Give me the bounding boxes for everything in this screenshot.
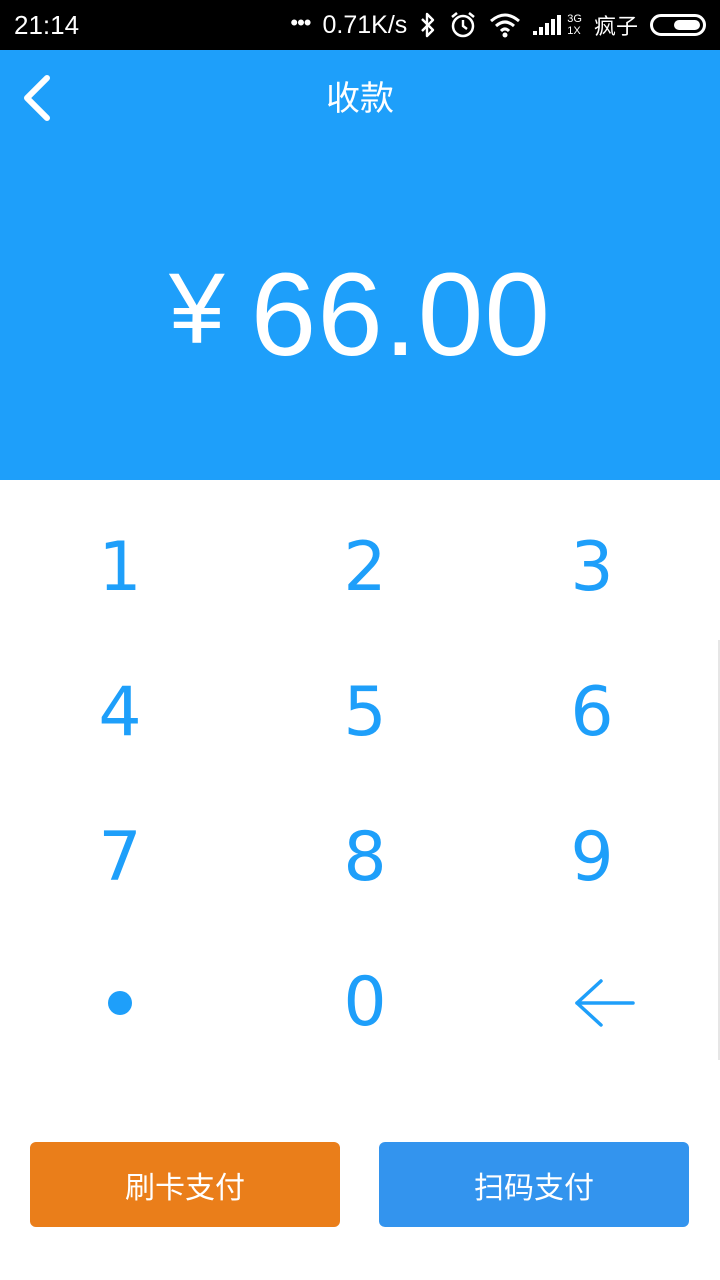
- network-type: 3G 1X: [567, 13, 582, 37]
- key-decimal[interactable]: [0, 930, 240, 1075]
- battery-icon: [650, 14, 706, 36]
- dot-icon: [108, 990, 132, 1015]
- notification-dots: •••: [290, 10, 311, 35]
- key-4[interactable]: 4: [0, 640, 240, 785]
- scan-pay-button[interactable]: 扫码支付: [379, 1142, 689, 1227]
- key-6[interactable]: 6: [472, 640, 712, 785]
- amount-value: 66.00: [250, 249, 551, 381]
- network-type-bottom: 1X: [567, 25, 581, 37]
- key-2[interactable]: 2: [245, 495, 485, 640]
- status-indicators: ••• 0.71K/s 3G 1X 疯子: [290, 9, 706, 41]
- key-9[interactable]: 9: [472, 785, 712, 930]
- key-7[interactable]: 7: [0, 785, 240, 930]
- key-0[interactable]: 0: [245, 930, 485, 1075]
- chevron-left-icon: [24, 75, 50, 121]
- card-pay-button[interactable]: 刷卡支付: [30, 1142, 340, 1227]
- network-type-top: 3G: [567, 13, 582, 25]
- alarm-icon: [449, 11, 477, 39]
- network-speed: 0.71K/s: [322, 10, 408, 39]
- number-keypad: 1 2 3 4 5 6 7 8 9 0: [0, 495, 720, 1075]
- key-backspace[interactable]: [485, 930, 720, 1075]
- amount-header: 收款 ¥ 66.00: [0, 50, 720, 480]
- payment-screen: 21:14 ••• 0.71K/s 3G 1X 疯子 收款 ¥ 66.00 1 …: [0, 0, 720, 1280]
- status-time: 21:14: [14, 9, 80, 40]
- key-1[interactable]: 1: [0, 495, 240, 640]
- backspace-arrow-icon: [575, 978, 635, 1027]
- status-bar: 21:14 ••• 0.71K/s 3G 1X 疯子: [0, 0, 720, 50]
- carrier-name: 疯子: [593, 15, 638, 40]
- key-5[interactable]: 5: [245, 640, 485, 785]
- key-3[interactable]: 3: [472, 495, 712, 640]
- amount-display: ¥ 66.00: [0, 249, 720, 381]
- key-8[interactable]: 8: [245, 785, 485, 930]
- back-button[interactable]: [12, 68, 62, 128]
- signal-icon: [533, 13, 562, 37]
- wifi-icon: [489, 12, 521, 38]
- battery-level: [674, 20, 700, 30]
- currency-symbol: ¥: [169, 252, 225, 365]
- page-title: 收款: [326, 79, 394, 119]
- bluetooth-icon: [419, 12, 437, 38]
